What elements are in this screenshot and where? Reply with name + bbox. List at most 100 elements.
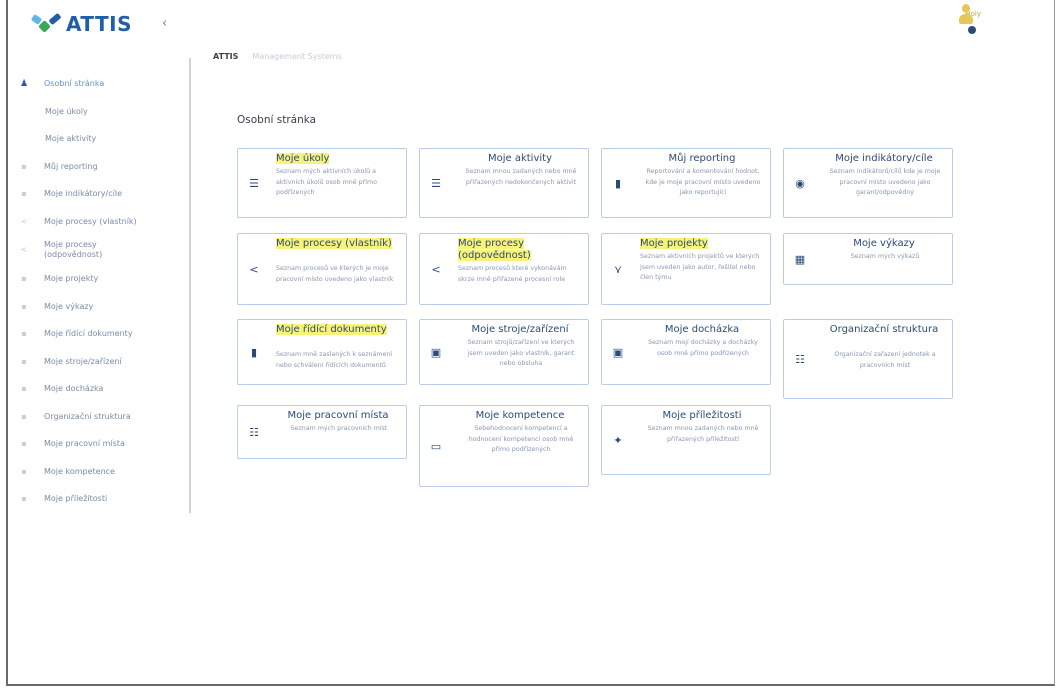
- sidebar-item-label: Moje projekty: [44, 274, 99, 284]
- card-description: Seznam mých aktivních úkolů a aktivních …: [276, 168, 377, 196]
- card-title-text: Moje stroje/zařízení: [471, 324, 569, 335]
- list-icon: ☰: [249, 177, 259, 190]
- sidebar-item[interactable]: ▪ Můj reporting: [18, 153, 186, 181]
- sidebar-item-label: Moje indikátory/cíle: [44, 189, 122, 199]
- card-description: Seznam mých pracovních míst: [290, 425, 388, 432]
- dashboard-card[interactable]: ▣ Moje docházka Seznam mojí docházky a doc…: [601, 319, 771, 385]
- breadcrumb-item[interactable]: ATTIS: [213, 52, 238, 61]
- calendar-icon: ▦: [794, 253, 806, 266]
- sidebar-item[interactable]: ▪ Moje výkazy: [18, 293, 186, 321]
- person-icon: ♟: [19, 78, 29, 89]
- sidebar: ♟ Osobní stránka Moje úkoly Moje aktivity ▪ M…: [18, 70, 186, 513]
- competence-icon: ▭: [430, 440, 442, 453]
- card-title-text: Moje projekty: [640, 238, 708, 249]
- sidebar-item-label: Můj reporting: [44, 161, 98, 171]
- sidebar-item[interactable]: ▪ Moje indikátory/cíle: [18, 180, 186, 208]
- sidebar-item-label: Moje stroje/zařízení: [44, 356, 122, 366]
- share-icon: <: [431, 263, 441, 276]
- org-icon: ▪: [21, 439, 27, 449]
- share-icon: <: [20, 216, 28, 226]
- dashboard-card[interactable]: ☷ Moje pracovní místa Seznam mých pracovní…: [237, 405, 407, 459]
- sidebar-item-label: Moje kompetence: [44, 466, 115, 476]
- sidebar-item[interactable]: ▪ Moje řídící dokumenty: [18, 320, 186, 348]
- machine-icon: ▣: [430, 346, 442, 359]
- sidebar-item-label: Organizační struktura: [44, 411, 131, 421]
- card-title-text: Organizační struktura: [829, 324, 939, 335]
- dashboard-card[interactable]: < Moje procesy (odpovědnost) Seznam proces…: [419, 233, 589, 305]
- sidebar-item[interactable]: ▪ Moje stroje/zařízení: [18, 348, 186, 376]
- report-icon: ▪: [21, 301, 27, 311]
- card-title: Moje příležitosti: [642, 410, 762, 422]
- opportunity-icon: ▪: [21, 494, 27, 504]
- dashboard-card[interactable]: < Moje procesy (vlastník) Seznam procesů v…: [237, 233, 407, 305]
- dashboard-card[interactable]: ▮ Můj reporting Reportování a komentování …: [601, 148, 771, 218]
- attis-logo-icon: [30, 12, 62, 34]
- sidebar-item[interactable]: Moje úkoly: [18, 98, 186, 126]
- card-title: Můj reporting: [642, 153, 762, 165]
- sidebar-item[interactable]: ▪ Moje docházka: [18, 375, 186, 403]
- card-title-text: Moje procesy (odpovědnost): [458, 238, 531, 261]
- attendance-icon: ▣: [612, 346, 624, 359]
- sidebar-item[interactable]: ▪ Moje pracovní místa: [18, 430, 186, 458]
- sidebar-item[interactable]: ▪ Moje projekty: [18, 265, 186, 293]
- card-description: Seznam mojí docházky a docházky osob mně…: [648, 339, 758, 357]
- sidebar-item[interactable]: ▪ Organizační struktura: [18, 403, 186, 431]
- org-icon: ▪: [21, 411, 27, 421]
- sidebar-item[interactable]: ▪ Moje příležitosti: [18, 485, 186, 513]
- user-menu-button[interactable]: [968, 26, 976, 34]
- sidebar-item[interactable]: ♟ Osobní stránka: [18, 70, 186, 98]
- card-title: Moje kompetence: [460, 410, 580, 422]
- card-description: Seznam mých výkazů: [850, 253, 920, 260]
- share-icon: <: [20, 245, 28, 254]
- user-avatar-icon[interactable]: [959, 4, 973, 26]
- sidebar-item-label: Moje příležitosti: [44, 494, 108, 504]
- gauge-icon: ▪: [21, 189, 27, 199]
- org-icon: ☷: [249, 426, 259, 439]
- card-title-text: Moje výkazy: [853, 238, 915, 249]
- sidebar-item[interactable]: ▪ Moje kompetence: [18, 458, 186, 486]
- sidebar-divider: [189, 58, 191, 513]
- dashboard-card[interactable]: ☰ Moje aktivity Seznam mnou zadaných nebo …: [419, 148, 589, 218]
- sidebar-item-label: Osobní stránka: [44, 79, 105, 89]
- bar-chart-icon: ▮: [614, 177, 622, 190]
- sidebar-item[interactable]: Moje aktivity: [18, 125, 186, 153]
- dashboard-card[interactable]: ☰ Moje úkoly Seznam mých aktivních úkolů a…: [237, 148, 407, 218]
- sidebar-item-label: Moje výkazy: [44, 301, 94, 311]
- dashboard-card[interactable]: ✦ Moje příležitosti Seznam mnou zadaných n…: [601, 405, 771, 475]
- dashboard-card[interactable]: ☷ Organizační struktura Organizační zařaze…: [783, 319, 953, 399]
- card-description: Seznam mně zaslaných k seznámení nebo sc…: [276, 351, 393, 369]
- app-logo[interactable]: ATTIS: [30, 12, 133, 36]
- document-icon: ▪: [21, 329, 27, 339]
- gauge-icon: ◉: [795, 177, 805, 190]
- dashboard-card[interactable]: ⋎ Moje projekty Seznam aktivních projektů …: [601, 233, 771, 305]
- dashboard-card[interactable]: ▮ Moje řídící dokumenty Seznam mně zaslaný…: [237, 319, 407, 385]
- card-title-text: Moje procesy (vlastník): [276, 238, 392, 249]
- dashboard-card[interactable]: ▦ Moje výkazy Seznam mých výkazů: [783, 233, 953, 285]
- sidebar-item-label: Moje procesy (odpovědnost): [44, 240, 103, 259]
- dashboard-card[interactable]: ▭ Moje kompetence Sebehodnocení kompetencí…: [419, 405, 589, 487]
- list-icon: ☰: [431, 177, 441, 190]
- breadcrumb-item: Management Systems: [252, 52, 342, 61]
- card-title-text: Moje aktivity: [487, 153, 552, 164]
- card-title-text: Moje kompetence: [475, 410, 565, 421]
- app-name: ATTIS: [66, 12, 133, 36]
- sidebar-item-label: Moje řídící dokumenty: [44, 329, 133, 339]
- collapse-sidebar-button[interactable]: ‹: [162, 16, 167, 31]
- card-description: Seznam indikátorů/cílů kde je moje praco…: [829, 168, 941, 196]
- card-title: Moje indikátory/cíle: [824, 153, 944, 165]
- machine-icon: ▪: [21, 356, 27, 366]
- card-title: Organizační struktura: [824, 324, 944, 336]
- card-description: Organizační zařazení jednotek a pracovní…: [834, 351, 936, 369]
- card-title: Moje stroje/zařízení: [460, 324, 580, 336]
- card-title-text: Moje řídící dokumenty: [276, 324, 387, 335]
- card-title-text: Moje příležitosti: [662, 410, 742, 421]
- sidebar-item[interactable]: < Moje procesy (vlastník): [18, 208, 186, 236]
- dashboard-card[interactable]: ▣ Moje stroje/zařízení Seznam strojů/zaříz…: [419, 319, 589, 385]
- sidebar-item[interactable]: < Moje procesy (odpovědnost): [18, 235, 186, 265]
- project-icon: ⋎: [613, 263, 623, 276]
- dashboard-card[interactable]: ◉ Moje indikátory/cíle Seznam indikátorů/c…: [783, 148, 953, 218]
- sidebar-item-label: Moje procesy (vlastník): [44, 216, 137, 226]
- attendance-icon: ▪: [21, 384, 27, 394]
- competence-icon: ▪: [21, 466, 27, 476]
- card-description: Sebehodnocení kompetencí a hodnocení kom…: [468, 425, 574, 453]
